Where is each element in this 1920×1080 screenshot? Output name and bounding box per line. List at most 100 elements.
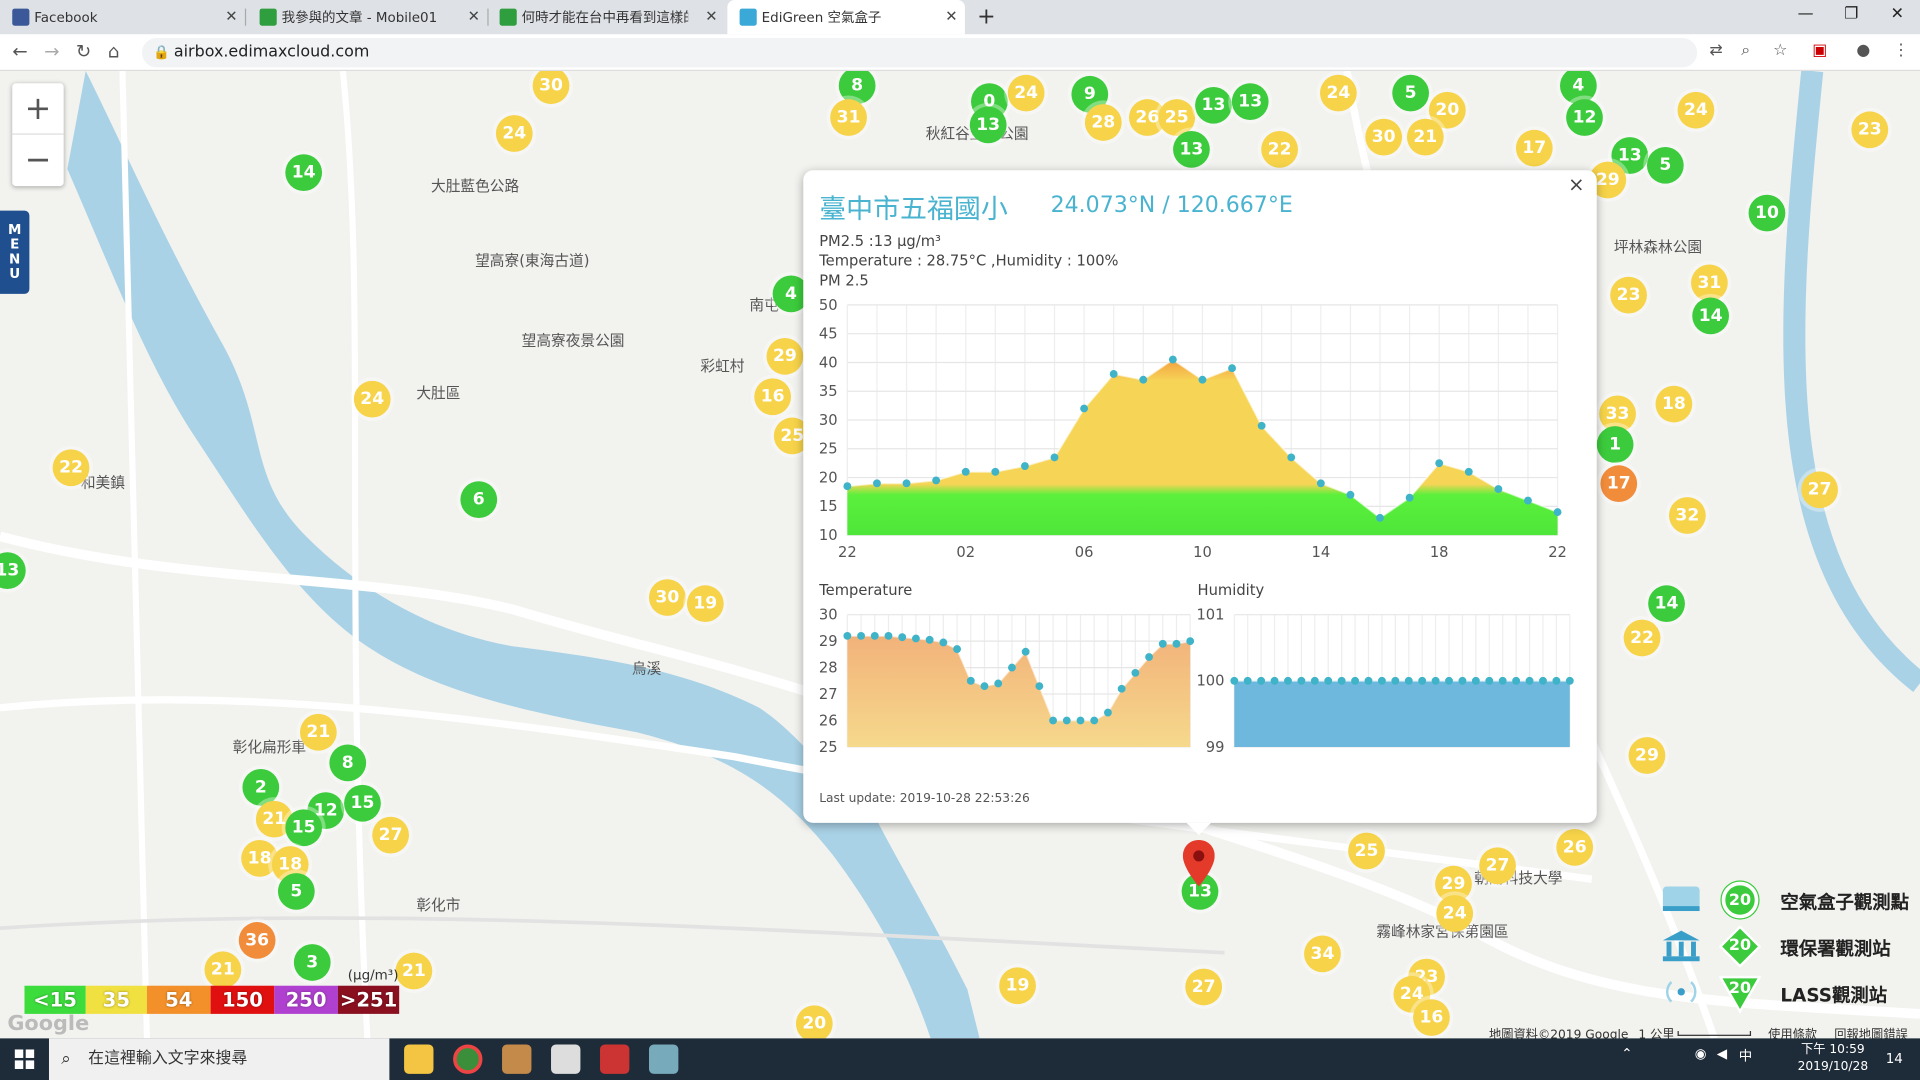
- sensor-pin[interactable]: 24: [1007, 74, 1045, 112]
- sensor-pin[interactable]: 3: [293, 944, 331, 981]
- sensor-pin[interactable]: 18: [1655, 385, 1693, 423]
- translate-icon[interactable]: ⇄: [1709, 42, 1722, 60]
- sensor-pin[interactable]: 16: [754, 378, 792, 416]
- address-bar[interactable]: 🔒 airbox.edimaxcloud.com: [142, 37, 1698, 68]
- sensor-pin[interactable]: 13: [1231, 83, 1269, 121]
- sensor-pin[interactable]: 22: [1261, 131, 1298, 168]
- sensor-pin[interactable]: 27: [1801, 471, 1838, 509]
- app-icon[interactable]: [551, 1044, 581, 1074]
- sensor-pin[interactable]: 26: [1556, 828, 1594, 866]
- sensor-pin[interactable]: 15: [344, 784, 381, 822]
- taskbar-clock[interactable]: 下午 10:59 2019/10/28: [1798, 1042, 1869, 1076]
- sensor-pin[interactable]: 16: [1413, 999, 1450, 1036]
- sensor-pin[interactable]: 29: [1628, 737, 1666, 774]
- sensor-pin[interactable]: 5: [1392, 74, 1429, 112]
- sensor-pin[interactable]: 31: [830, 99, 867, 136]
- restore-icon[interactable]: ❐: [1844, 5, 1858, 23]
- app-icon[interactable]: [648, 1044, 679, 1074]
- home-icon[interactable]: ⌂: [108, 40, 120, 62]
- close-icon[interactable]: ✕: [468, 7, 480, 24]
- volume-icon[interactable]: ◀: [1717, 1046, 1727, 1062]
- sensor-pin[interactable]: 36: [238, 922, 276, 959]
- sensor-pin[interactable]: 32: [1668, 497, 1706, 534]
- sensor-pin[interactable]: 24: [353, 380, 391, 418]
- sensor-pin[interactable]: 1: [1596, 426, 1634, 463]
- reload-icon[interactable]: ↻: [76, 40, 91, 62]
- tray-up-icon[interactable]: ⌃: [1621, 1046, 1632, 1062]
- tab-facebook[interactable]: Facebook ✕: [0, 0, 247, 34]
- sensor-pin[interactable]: 24: [1320, 74, 1357, 112]
- bookmark-star-icon[interactable]: ☆: [1773, 42, 1787, 60]
- tab-edigreen[interactable]: EdiGreen 空氣盒子 ✕: [727, 0, 965, 35]
- close-icon[interactable]: ✕: [705, 7, 717, 24]
- app-icon[interactable]: [502, 1044, 532, 1074]
- zoom-out-button[interactable]: −: [12, 135, 63, 186]
- pm-legend: <15 35 54 150 250 >251: [24, 985, 400, 1014]
- zoom-icon[interactable]: ⌕: [1741, 42, 1750, 60]
- more-menu-icon[interactable]: ⋮: [1893, 42, 1909, 60]
- ime-indicator[interactable]: 中: [1739, 1046, 1752, 1066]
- forward-icon[interactable]: →: [44, 40, 59, 62]
- taskbar-search[interactable]: ⌕ 在這裡輸入文字來搜尋: [48, 1038, 390, 1080]
- sensor-pin[interactable]: 21: [300, 713, 337, 751]
- minimize-icon[interactable]: —: [1798, 5, 1814, 23]
- sensor-pin[interactable]: 12: [1566, 99, 1603, 136]
- extension-icon[interactable]: ▣: [1812, 42, 1827, 60]
- zoom-in-button[interactable]: +: [12, 83, 64, 135]
- sensor-pin[interactable]: 24: [1677, 91, 1715, 129]
- sensor-pin[interactable]: 24: [495, 115, 533, 152]
- sensor-pin[interactable]: 25: [1348, 832, 1385, 870]
- sensor-pin[interactable]: 10: [1748, 194, 1786, 232]
- back-icon[interactable]: ←: [12, 40, 27, 62]
- network-icon[interactable]: ◉: [1695, 1046, 1707, 1062]
- sensor-pin[interactable]: 6: [460, 481, 498, 518]
- sensor-pin[interactable]: 27: [372, 816, 409, 854]
- sensor-pin[interactable]: 31: [1691, 264, 1728, 302]
- sensor-pin[interactable]: 24: [1436, 895, 1474, 932]
- sensor-pin[interactable]: 17: [1600, 465, 1638, 503]
- sensor-pin[interactable]: 13: [1173, 131, 1210, 168]
- sensor-pin[interactable]: 22: [52, 449, 90, 487]
- sensor-pin[interactable]: 21: [1406, 118, 1444, 156]
- sensor-pin[interactable]: 27: [1185, 968, 1223, 1006]
- close-icon[interactable]: ✕: [945, 7, 957, 24]
- sensor-pin[interactable]: 13: [1195, 86, 1232, 124]
- sensor-pin[interactable]: 30: [648, 579, 686, 616]
- sensor-pin[interactable]: 17: [1515, 129, 1553, 167]
- sensor-pin[interactable]: 23: [1610, 276, 1647, 314]
- file-explorer-icon[interactable]: [404, 1044, 434, 1074]
- windows-start-icon[interactable]: [14, 1049, 35, 1069]
- sensor-pin[interactable]: 19: [999, 967, 1036, 1005]
- map-marker-icon[interactable]: [1182, 840, 1215, 889]
- app-icon[interactable]: [600, 1044, 630, 1074]
- sensor-pin[interactable]: 14: [1648, 585, 1685, 623]
- sensor-pin[interactable]: 5: [277, 873, 315, 910]
- sensor-pin[interactable]: 21: [204, 951, 242, 989]
- notification-count[interactable]: 14: [1886, 1051, 1903, 1067]
- sensor-pin[interactable]: 28: [1084, 104, 1122, 141]
- sensor-pin[interactable]: 19: [686, 585, 724, 623]
- sensor-pin[interactable]: 14: [285, 154, 323, 192]
- window-close-icon[interactable]: ✕: [1891, 5, 1904, 23]
- sensor-pin[interactable]: 5: [1646, 146, 1684, 184]
- sensor-pin[interactable]: 23: [1851, 111, 1889, 149]
- sensor-pin[interactable]: 20: [795, 1005, 833, 1039]
- profile-icon[interactable]: ●: [1856, 42, 1870, 60]
- sensor-pin[interactable]: 27: [1479, 847, 1516, 885]
- sensor-pin[interactable]: 8: [329, 744, 367, 782]
- tab-mobile01-article[interactable]: 何時才能在台中再看到這樣的藍天 ✕: [487, 0, 725, 34]
- sensor-pin[interactable]: 21: [395, 952, 433, 990]
- close-icon[interactable]: ✕: [225, 7, 237, 24]
- sensor-pin[interactable]: 29: [766, 337, 804, 375]
- sensor-pin[interactable]: 30: [1365, 118, 1403, 156]
- legend-label: 空氣盒子觀測點: [1780, 891, 1910, 914]
- sensor-pin[interactable]: 22: [1623, 619, 1661, 657]
- sensor-pin[interactable]: 34: [1304, 935, 1341, 973]
- sensor-pin[interactable]: 13: [969, 106, 1007, 144]
- chrome-icon[interactable]: [453, 1044, 483, 1074]
- menu-button[interactable]: M E N U: [0, 210, 30, 294]
- tab-mobile01[interactable]: 我參與的文章 - Mobile01 ✕: [247, 0, 489, 34]
- sensor-pin[interactable]: 15: [285, 809, 323, 847]
- new-tab-button[interactable]: +: [977, 4, 995, 30]
- sensor-pin[interactable]: 14: [1692, 297, 1729, 335]
